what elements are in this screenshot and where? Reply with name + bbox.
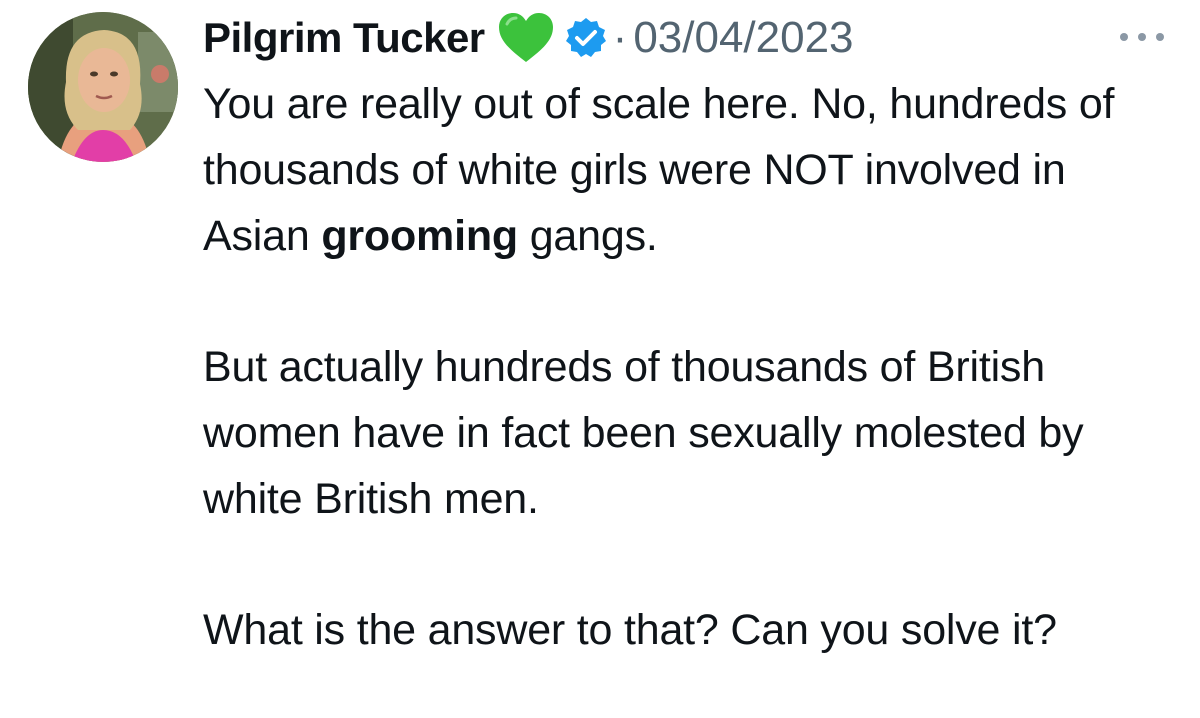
tweet-date[interactable]: 03/04/2023 [633, 13, 853, 63]
avatar-image [28, 12, 178, 162]
tweet-paragraph-2: But actually hundreds of thousands of Br… [203, 343, 1084, 523]
tweet-header: Pilgrim Tucker · 03/04/2023 [203, 8, 854, 68]
tweet-paragraph-3: What is the answer to that? Can you solv… [203, 606, 1057, 655]
more-options-icon[interactable] [1114, 22, 1170, 52]
author-name[interactable]: Pilgrim Tucker [203, 14, 485, 62]
tweet-paragraph-1-end: gangs. [517, 211, 658, 260]
avatar[interactable] [28, 12, 178, 162]
green-heart-icon [497, 12, 555, 64]
tweet-text: You are really out of scale here. No, hu… [203, 72, 1178, 664]
highlighted-keyword: grooming [321, 211, 518, 260]
verified-badge-icon[interactable] [565, 17, 607, 59]
tweet-paragraph-1: You are really out of scale here. No, hu… [203, 72, 1178, 269]
separator-dot: · [612, 13, 628, 62]
